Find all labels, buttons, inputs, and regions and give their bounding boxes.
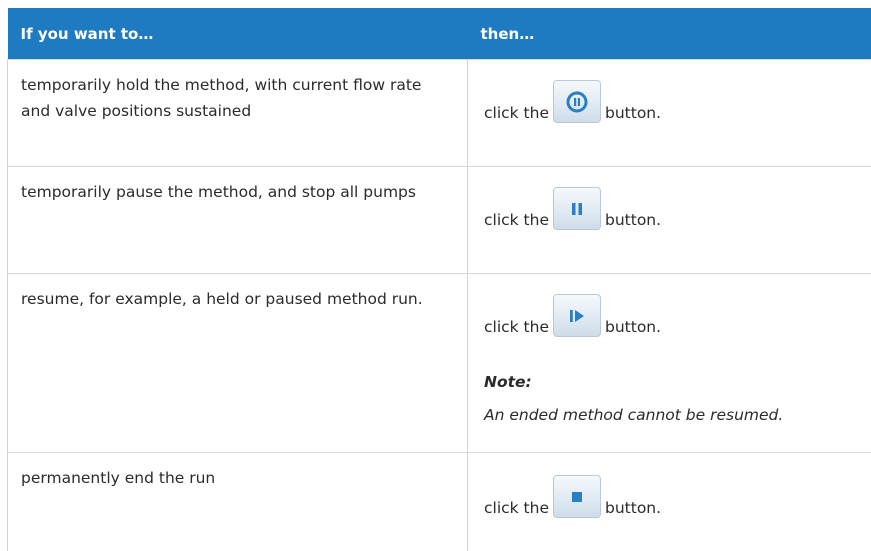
pause-button-icon bbox=[553, 187, 601, 230]
header-action: then… bbox=[468, 8, 871, 60]
table-row: temporarily pause the method, and stop a… bbox=[8, 167, 871, 274]
end-button-icon bbox=[553, 475, 601, 518]
note-label: Note: bbox=[484, 369, 532, 395]
condition-cell: temporarily pause the method, and stop a… bbox=[8, 167, 468, 274]
end-icon bbox=[566, 486, 588, 508]
hold-button-icon bbox=[553, 80, 601, 123]
note-text: An ended method cannot be resumed. bbox=[484, 402, 783, 428]
resume-button-icon bbox=[553, 294, 601, 337]
table-row: temporarily hold the method, with curren… bbox=[8, 60, 871, 167]
resume-icon bbox=[566, 305, 588, 327]
hold-icon bbox=[564, 89, 590, 115]
condition-cell: temporarily hold the method, with curren… bbox=[8, 60, 468, 167]
action-line: click the button. bbox=[484, 475, 661, 518]
action-line: click the button. bbox=[484, 187, 661, 230]
action-suffix: button. bbox=[605, 317, 661, 337]
action-cell: click the button. bbox=[468, 167, 871, 274]
action-suffix: button. bbox=[605, 210, 661, 230]
action-cell: click the button. bbox=[468, 60, 871, 167]
table-row: resume, for example, a held or paused me… bbox=[8, 274, 871, 453]
condition-cell: resume, for example, a held or paused me… bbox=[8, 274, 468, 453]
table-row: permanently end the run click the button… bbox=[8, 453, 871, 551]
action-prefix: click the bbox=[484, 317, 549, 337]
action-prefix: click the bbox=[484, 103, 549, 123]
action-cell: click the button. bbox=[468, 453, 871, 551]
condition-cell: permanently end the run bbox=[8, 453, 468, 551]
action-prefix: click the bbox=[484, 498, 549, 518]
action-line: click the button. bbox=[484, 80, 661, 123]
action-suffix: button. bbox=[605, 103, 661, 123]
action-line: click the button. bbox=[484, 294, 661, 337]
pause-icon bbox=[566, 198, 588, 220]
header-condition: If you want to… bbox=[8, 8, 468, 60]
table-header-row: If you want to… then… bbox=[8, 8, 871, 60]
action-prefix: click the bbox=[484, 210, 549, 230]
action-suffix: button. bbox=[605, 498, 661, 518]
instruction-table: If you want to… then… temporarily hold t… bbox=[7, 8, 871, 551]
action-cell: click the button. Note: An ended method … bbox=[468, 274, 871, 453]
